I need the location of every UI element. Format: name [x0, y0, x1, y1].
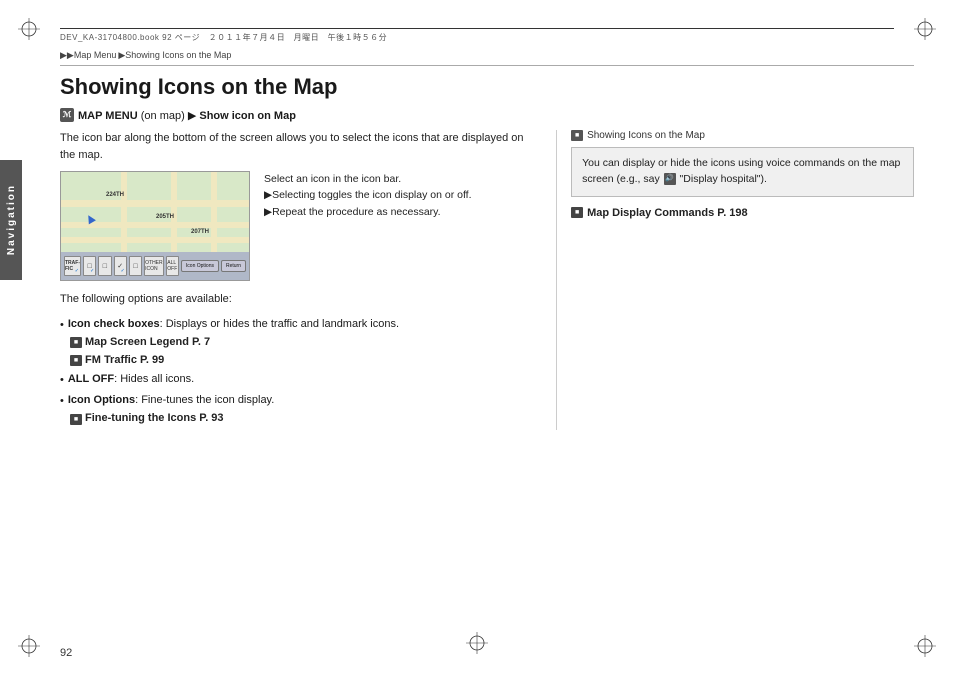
option-icon-checkboxes: • Icon check boxes: Displays or hides th…	[60, 316, 540, 370]
right-header: ■ Showing Icons on the Map	[571, 130, 914, 141]
map-road-v3	[211, 172, 217, 252]
link-icon-3: ■	[70, 414, 82, 425]
map-btn-options[interactable]: Icon Options	[181, 260, 219, 272]
link-icon-1: ■	[70, 337, 82, 348]
link-icon-2: ■	[70, 355, 82, 366]
nav-tab: Navigation	[0, 160, 22, 280]
page-number: 92	[60, 647, 72, 659]
body-text: The icon bar along the bottom of the scr…	[60, 130, 540, 163]
option-row-3: • Icon Options: Fine-tunes the icon disp…	[60, 392, 540, 411]
option-row-2: • ALL OFF: Hides all icons.	[60, 371, 540, 390]
map-road-h3	[61, 237, 249, 243]
right-link-icon: ■	[571, 207, 583, 218]
menu-path-text: MAP MENU (on map) ▶ Show icon on Map	[78, 109, 296, 122]
corner-mark-tl	[18, 18, 40, 40]
breadcrumb: ▶▶Map Menu ▶Showing Icons on the Map	[60, 50, 914, 61]
file-info-text: DEV_KA-31704800.book 92 ページ ２０１１年７月４日 月曜…	[60, 32, 387, 43]
menu-path: ℳ MAP MENU (on map) ▶ Show icon on Map	[60, 108, 914, 122]
map-road-h1	[61, 200, 249, 207]
map-image: 224TH 205TH 207TH ▲ TRAF-FIC □	[60, 171, 250, 281]
instruction-intro: Select an icon in the icon bar.	[264, 171, 472, 187]
menu-path-bold: MAP MENU	[78, 110, 138, 122]
right-box-example: "Display hospital").	[680, 173, 767, 185]
instruction-step1: ▶Selecting toggles the icon display on o…	[264, 187, 472, 203]
link-text-2: FM Traffic P. 99	[85, 352, 164, 370]
map-btn-return[interactable]: Return	[221, 260, 246, 272]
link-text-3: Fine-tuning the Icons P. 93	[85, 410, 224, 428]
right-box: You can display or hide the icons using …	[571, 147, 914, 197]
voice-icon: 🔊	[664, 173, 676, 185]
options-list: • Icon check boxes: Displays or hides th…	[60, 316, 540, 429]
link-ref-fine-tuning: ■ Fine-tuning the Icons P. 93	[70, 410, 540, 428]
instruction-step2: ▶Repeat the procedure as necessary.	[264, 204, 472, 220]
map-icon-traffic: TRAF-FIC	[64, 256, 81, 276]
map-label-2: 205TH	[156, 214, 174, 220]
link-ref-map-legend: ■ Map Screen Legend P. 7	[70, 334, 540, 352]
menu-path-on-map: (on map) ▶	[141, 110, 200, 122]
two-col-layout: The icon bar along the bottom of the scr…	[60, 130, 914, 430]
map-road-v1	[121, 172, 127, 252]
map-icon-bar: TRAF-FIC □ □ ✓ □	[61, 252, 249, 280]
page-title: Showing Icons on the Map	[60, 74, 914, 100]
option-1-text: Icon check boxes: Displays or hides the …	[68, 316, 399, 334]
map-icon-5: □	[129, 256, 142, 276]
map-icon-7: ALLOFF	[166, 256, 179, 276]
option-row-1: • Icon check boxes: Displays or hides th…	[60, 316, 540, 335]
map-icon-2: □	[83, 256, 96, 276]
map-label-1: 224TH	[106, 192, 124, 198]
map-icon-4: ✓	[114, 256, 127, 276]
map-area: 224TH 205TH 207TH ▲ TRAF-FIC □	[60, 171, 540, 281]
option-3-text: Icon Options: Fine-tunes the icon displa…	[68, 392, 274, 410]
map-label-3: 207TH	[191, 229, 209, 235]
right-header-icon: ■	[571, 130, 583, 141]
menu-path-action: Show icon on Map	[199, 110, 296, 122]
corner-mark-tr	[914, 18, 936, 40]
menu-icon: ℳ	[60, 108, 74, 122]
bullet-1: •	[60, 317, 64, 335]
option-all-off: • ALL OFF: Hides all icons.	[60, 371, 540, 390]
breadcrumb-separator	[60, 65, 914, 66]
right-header-text: Showing Icons on the Map	[587, 130, 705, 141]
corner-mark-br	[914, 635, 936, 657]
map-icon-3: □	[98, 256, 111, 276]
nav-tab-label: Navigation	[6, 184, 17, 255]
link-text-1: Map Screen Legend P. 7	[85, 334, 210, 352]
file-info-bar: DEV_KA-31704800.book 92 ページ ２０１１年７月４日 月曜…	[60, 28, 894, 44]
bullet-3: •	[60, 393, 64, 411]
option-2-text: ALL OFF: Hides all icons.	[68, 371, 194, 389]
map-road-v2	[171, 172, 177, 252]
main-content: ▶▶Map Menu ▶Showing Icons on the Map Sho…	[60, 50, 914, 635]
corner-mark-bl	[18, 635, 40, 657]
options-title: The following options are available:	[60, 291, 540, 308]
right-column: ■ Showing Icons on the Map You can displ…	[556, 130, 914, 430]
right-link: ■ Map Display Commands P. 198	[571, 207, 914, 219]
map-instructions: Select an icon in the icon bar. ▶Selecti…	[264, 171, 472, 281]
left-column: The icon bar along the bottom of the scr…	[60, 130, 540, 430]
bottom-center-mark	[466, 632, 488, 657]
bullet-2: •	[60, 372, 64, 390]
breadcrumb-item-2: ▶Showing Icons on the Map	[118, 50, 231, 61]
breadcrumb-item-1: ▶▶Map Menu	[60, 50, 116, 61]
option-icon-options: • Icon Options: Fine-tunes the icon disp…	[60, 392, 540, 428]
right-link-text: Map Display Commands P. 198	[587, 207, 748, 219]
link-ref-fm-traffic: ■ FM Traffic P. 99	[70, 352, 540, 370]
map-icon-6: OTHERICON	[144, 256, 164, 276]
